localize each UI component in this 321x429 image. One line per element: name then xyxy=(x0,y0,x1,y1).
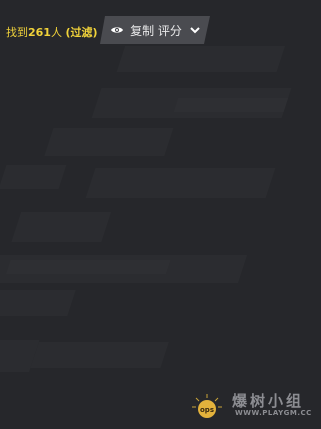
found-count: 261 xyxy=(28,26,51,39)
view-dropdown-button[interactable]: 复制 评分 xyxy=(100,16,210,44)
filter-link[interactable]: (过滤) xyxy=(65,26,97,39)
result-count-text: 找到261人 (过滤) xyxy=(6,24,98,40)
chevron-down-icon xyxy=(190,26,200,34)
screen: 找到261人 (过滤) 复制 评分 ops 爆树小组 WWW.PLAYGM.CC xyxy=(0,0,321,429)
logo-text: ops xyxy=(200,406,214,414)
oops-logo-icon: ops xyxy=(192,394,222,418)
eye-icon xyxy=(110,25,124,35)
found-prefix: 找到 xyxy=(6,26,28,39)
watermark: ops 爆树小组 WWW.PLAYGM.CC xyxy=(190,388,318,424)
watermark-title: 爆树小组 xyxy=(232,392,305,410)
watermark-url: WWW.PLAYGM.CC xyxy=(235,409,312,417)
view-button-label: 复制 评分 xyxy=(130,23,182,38)
background-stripes xyxy=(0,0,321,429)
found-suffix: 人 xyxy=(50,26,62,39)
